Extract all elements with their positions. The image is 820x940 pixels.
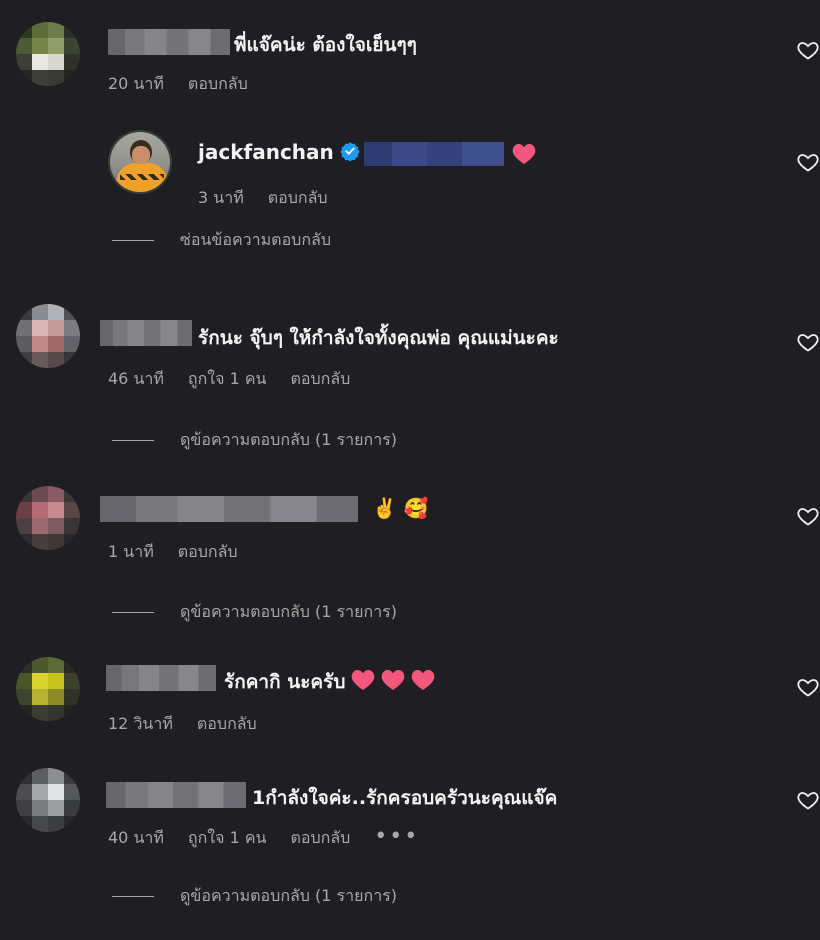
comment-time: 12 วินาที — [108, 714, 173, 733]
comment-meta: 1 นาที ตอบกลับ — [108, 540, 262, 565]
reply-button[interactable]: ตอบกลับ — [188, 74, 248, 93]
reply-button[interactable]: ตอบกลับ — [290, 369, 350, 388]
comment-meta: 20 นาที ตอบกลับ — [108, 72, 272, 97]
avatar[interactable] — [16, 486, 80, 550]
comment-text: พี่แจ๊คน่ะ ต้องใจเย็นๆๆ — [234, 34, 417, 56]
like-heart-icon[interactable] — [796, 330, 820, 354]
heart-emoji-icon — [352, 670, 375, 690]
reply-button[interactable]: ตอบกลับ — [290, 828, 350, 847]
comment-time: 40 นาที — [108, 828, 164, 847]
hide-replies-toggle[interactable]: ซ่อนข้อความตอบกลับ — [112, 228, 331, 253]
heart-emoji-icon — [382, 670, 405, 690]
comment-text-content: รักคากิ นะครับ — [224, 671, 346, 693]
more-options-icon[interactable]: ••• — [374, 824, 419, 849]
avatar[interactable] — [16, 304, 80, 368]
comment-meta: 12 วินาที ตอบกลับ — [108, 712, 281, 737]
reply-button[interactable]: ตอบกลับ — [197, 714, 257, 733]
comment-4: ✌️ 🥰 1 นาที ตอบกลับ ดูข้อความตอบกลับ (1 ร… — [0, 470, 820, 640]
blurred-username[interactable] — [100, 496, 358, 522]
toggle-label: ซ่อนข้อความตอบกลับ — [180, 230, 331, 249]
comment-time: 3 นาที — [198, 188, 244, 207]
heart-emoji-icon — [512, 144, 536, 164]
comment-meta: 40 นาที ถูกใจ 1 คน ตอบกลับ ••• — [108, 824, 443, 851]
comment-time: 1 นาที — [108, 542, 154, 561]
like-heart-icon[interactable] — [796, 150, 820, 174]
comment-header: jackfanchan — [198, 140, 366, 164]
comment-text: รักนะ จุ๊บๆ ให้กำลังใจทั้งคุณพ่อ คุณแม่น… — [198, 327, 559, 349]
comment-3: รักนะ จุ๊บๆ ให้กำลังใจทั้งคุณพ่อ คุณแม่น… — [0, 290, 820, 465]
avatar[interactable] — [16, 657, 80, 721]
view-replies-toggle[interactable]: ดูข้อความตอบกลับ (1 รายการ) — [112, 884, 397, 909]
reply-button[interactable]: ตอบกลับ — [178, 542, 238, 561]
comment-text: รักคากิ นะครับ — [224, 667, 435, 697]
reply-button[interactable]: ตอบกลับ — [268, 188, 328, 207]
blurred-username[interactable] — [106, 782, 246, 808]
divider-line — [112, 896, 154, 897]
likes-count[interactable]: ถูกใจ 1 คน — [188, 828, 267, 847]
heart-emoji-icon — [412, 670, 435, 690]
blurred-mention[interactable] — [364, 142, 504, 166]
view-replies-toggle[interactable]: ดูข้อความตอบกลับ (1 รายการ) — [112, 428, 397, 453]
verified-badge-icon — [340, 142, 360, 161]
comment-1: พี่แจ๊คน่ะ ต้องใจเย็นๆๆ 20 นาที ตอบกลับ — [0, 0, 820, 110]
comment-5: รักคากิ นะครับ 12 วินาที ตอบกลับ — [0, 645, 820, 755]
comment-text: ✌️ 🥰 — [372, 496, 429, 520]
blurred-username[interactable] — [100, 320, 192, 346]
blurred-username[interactable] — [108, 29, 230, 55]
toggle-label: ดูข้อความตอบกลับ (1 รายการ) — [180, 430, 398, 449]
comment-meta: 46 นาที ถูกใจ 1 คน ตอบกลับ — [108, 367, 374, 392]
toggle-label: ดูข้อความตอบกลับ (1 รายการ) — [180, 602, 398, 621]
comment-meta: 3 นาที ตอบกลับ — [198, 186, 352, 211]
username[interactable]: jackfanchan — [198, 140, 334, 164]
comment-time: 20 นาที — [108, 74, 164, 93]
divider-line — [112, 440, 154, 441]
like-heart-icon[interactable] — [796, 504, 820, 528]
like-heart-icon[interactable] — [796, 788, 820, 812]
blurred-username[interactable] — [106, 665, 216, 691]
toggle-label: ดูข้อความตอบกลับ (1 รายการ) — [180, 886, 398, 905]
avatar[interactable] — [108, 130, 172, 194]
comment-6: 1กำลังใจค่ะ..รักครอบครัวนะคุณแจ๊ค 40 นาท… — [0, 760, 820, 940]
like-heart-icon[interactable] — [796, 675, 820, 699]
avatar[interactable] — [16, 768, 80, 832]
reply-comment-jackfanchan: jackfanchan 3 นาที ตอบกลับ ซ่อนข้อความตอบ… — [0, 110, 820, 270]
comment-text: 1กำลังใจค่ะ..รักครอบครัวนะคุณแจ๊ค — [252, 787, 558, 809]
view-replies-toggle[interactable]: ดูข้อความตอบกลับ (1 รายการ) — [112, 600, 397, 625]
divider-line — [112, 612, 154, 613]
avatar[interactable] — [16, 22, 80, 86]
divider-line — [112, 240, 154, 241]
likes-count[interactable]: ถูกใจ 1 คน — [188, 369, 267, 388]
comment-time: 46 นาที — [108, 369, 164, 388]
like-heart-icon[interactable] — [796, 38, 820, 62]
